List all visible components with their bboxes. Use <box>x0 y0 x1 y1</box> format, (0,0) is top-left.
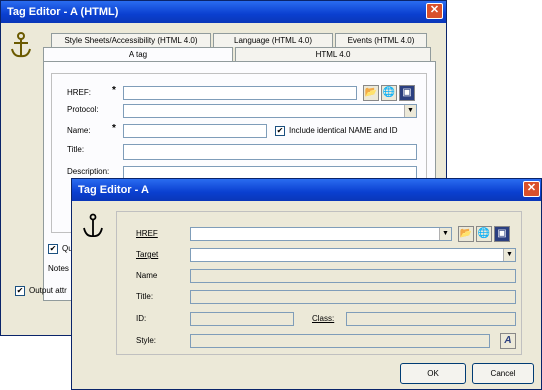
front-close-button[interactable]: ✕ <box>523 181 540 197</box>
back-name-label: Name: <box>67 126 91 135</box>
front-title-label: Title: <box>136 292 154 301</box>
back-href-input[interactable] <box>123 86 357 100</box>
front-browse-folder-icon[interactable]: 📂 <box>458 226 474 242</box>
front-id-input[interactable] <box>190 312 294 326</box>
tab-events[interactable]: Events (HTML 4.0) <box>335 33 427 47</box>
back-name-required-icon: * <box>112 123 116 134</box>
front-title-input[interactable] <box>190 290 516 304</box>
front-id-label: ID: <box>136 314 147 323</box>
anchor-logo-icon <box>9 31 33 59</box>
back-description-label: Description: <box>67 167 110 176</box>
back-title-bar[interactable]: Tag Editor - A (HTML) ✕ <box>1 1 446 23</box>
tab-language[interactable]: Language (HTML 4.0) <box>213 33 333 47</box>
back-href-required-icon: * <box>112 85 116 96</box>
front-name-label: Name <box>136 271 158 280</box>
back-include-identical-label: Include identical NAME and ID <box>289 126 398 135</box>
front-href-select[interactable]: ▼ <box>190 227 452 241</box>
back-close-button[interactable]: ✕ <box>426 3 443 19</box>
back-notes-label: Notes <box>48 264 69 273</box>
front-target-select[interactable]: ▼ <box>190 248 516 262</box>
front-name-input[interactable] <box>190 269 516 283</box>
back-protocol-dropdown-icon[interactable]: ▼ <box>404 105 416 117</box>
anchor-icon <box>82 213 104 239</box>
back-include-identical-checkbox[interactable]: ✔ <box>275 126 285 136</box>
back-title-input[interactable] <box>123 144 417 160</box>
tab-a-tag[interactable]: A tag <box>43 47 233 61</box>
back-href-label: HREF: <box>67 88 91 97</box>
back-insert-image-icon[interactable]: ▣ <box>399 85 415 101</box>
front-title-bar[interactable]: Tag Editor - A ✕ <box>72 179 541 201</box>
cancel-button[interactable]: Cancel <box>472 363 534 384</box>
front-href-label: HREF <box>136 229 158 238</box>
front-style-label: Style: <box>136 336 157 345</box>
front-target-dropdown-icon[interactable]: ▼ <box>503 249 515 261</box>
front-window-title: Tag Editor - A <box>78 184 149 196</box>
front-dialog: Tag Editor - A ✕ HREF ▼ 📂 🌐 ▣ Target ▼ N… <box>71 178 542 390</box>
front-browse-web-icon[interactable]: 🌐 <box>476 226 492 242</box>
back-window-title: Tag Editor - A (HTML) <box>7 6 119 18</box>
front-target-label: Target <box>136 250 159 259</box>
front-class-label: Class: <box>312 314 335 323</box>
back-partial-checkbox[interactable]: ✔ <box>48 244 58 254</box>
back-title-label: Title: <box>67 145 85 154</box>
back-browse-web-icon[interactable]: 🌐 <box>381 85 397 101</box>
front-insert-image-icon[interactable]: ▣ <box>494 226 510 242</box>
front-style-editor-icon[interactable]: A <box>500 333 516 349</box>
front-style-input[interactable] <box>190 334 490 348</box>
back-output-attr-label: Output attr <box>29 286 67 295</box>
ok-button[interactable]: OK <box>400 363 466 384</box>
back-protocol-label: Protocol: <box>67 105 99 114</box>
back-name-input[interactable] <box>123 124 267 138</box>
back-browse-folder-icon[interactable]: 📂 <box>363 85 379 101</box>
back-protocol-select[interactable]: ▼ <box>123 104 417 118</box>
tab-style-sheets[interactable]: Style Sheets/Accessibility (HTML 4.0) <box>51 33 211 47</box>
tab-html-4[interactable]: HTML 4.0 <box>235 47 431 61</box>
back-output-attr-checkbox[interactable]: ✔ <box>15 286 25 296</box>
front-href-dropdown-icon[interactable]: ▼ <box>439 228 451 240</box>
front-class-input[interactable] <box>346 312 516 326</box>
